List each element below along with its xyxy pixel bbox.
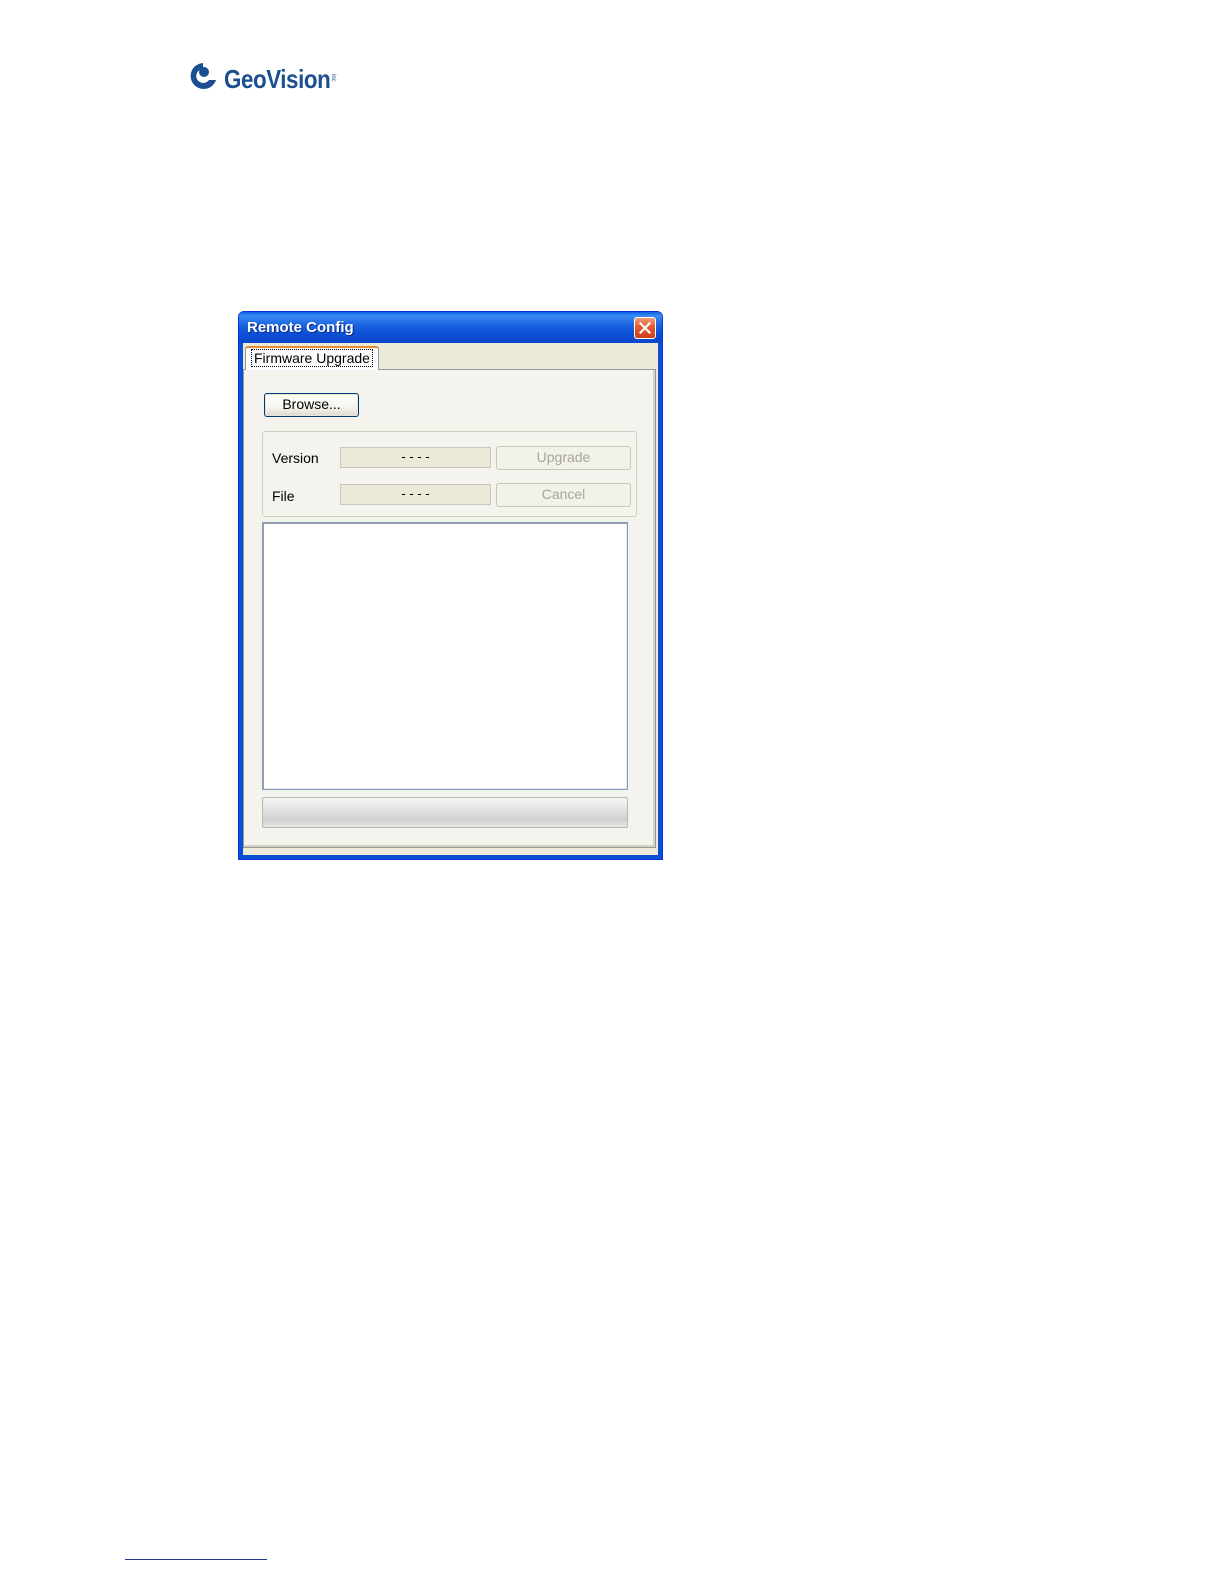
file-label: File (272, 488, 295, 504)
upgrade-log-box[interactable] (262, 522, 628, 790)
close-button[interactable] (634, 317, 656, 339)
version-label: Version (272, 450, 319, 466)
window-frame-right (658, 343, 662, 859)
window-frame-bottom (239, 855, 662, 859)
logo-suffix: inc (330, 74, 336, 82)
tab-firmware-upgrade[interactable]: Firmware Upgrade (245, 346, 379, 370)
browse-button[interactable]: Browse... (264, 393, 359, 417)
tab-label: Firmware Upgrade (251, 349, 373, 367)
firmware-info-group: Version - - - - Upgrade File - - - - Can… (262, 431, 637, 517)
file-field: - - - - (340, 484, 491, 505)
footer-rule (125, 1559, 267, 1560)
upgrade-button[interactable]: Upgrade (496, 446, 631, 470)
firmware-upgrade-panel: Browse... Version - - - - Upgrade File -… (243, 369, 656, 848)
remote-config-window: Remote Config Firmware Upgrade Browse...… (238, 311, 663, 860)
geovision-logo: GeoVision inc (187, 58, 387, 98)
logo-text: GeoVision (224, 64, 331, 94)
window-title: Remote Config (247, 319, 354, 336)
version-field: - - - - (340, 447, 491, 468)
cancel-button[interactable]: Cancel (496, 483, 631, 507)
geovision-logo-icon (190, 63, 216, 89)
close-icon (639, 322, 651, 334)
title-bar[interactable]: Remote Config (239, 312, 662, 343)
upgrade-progress-bar (262, 797, 628, 828)
